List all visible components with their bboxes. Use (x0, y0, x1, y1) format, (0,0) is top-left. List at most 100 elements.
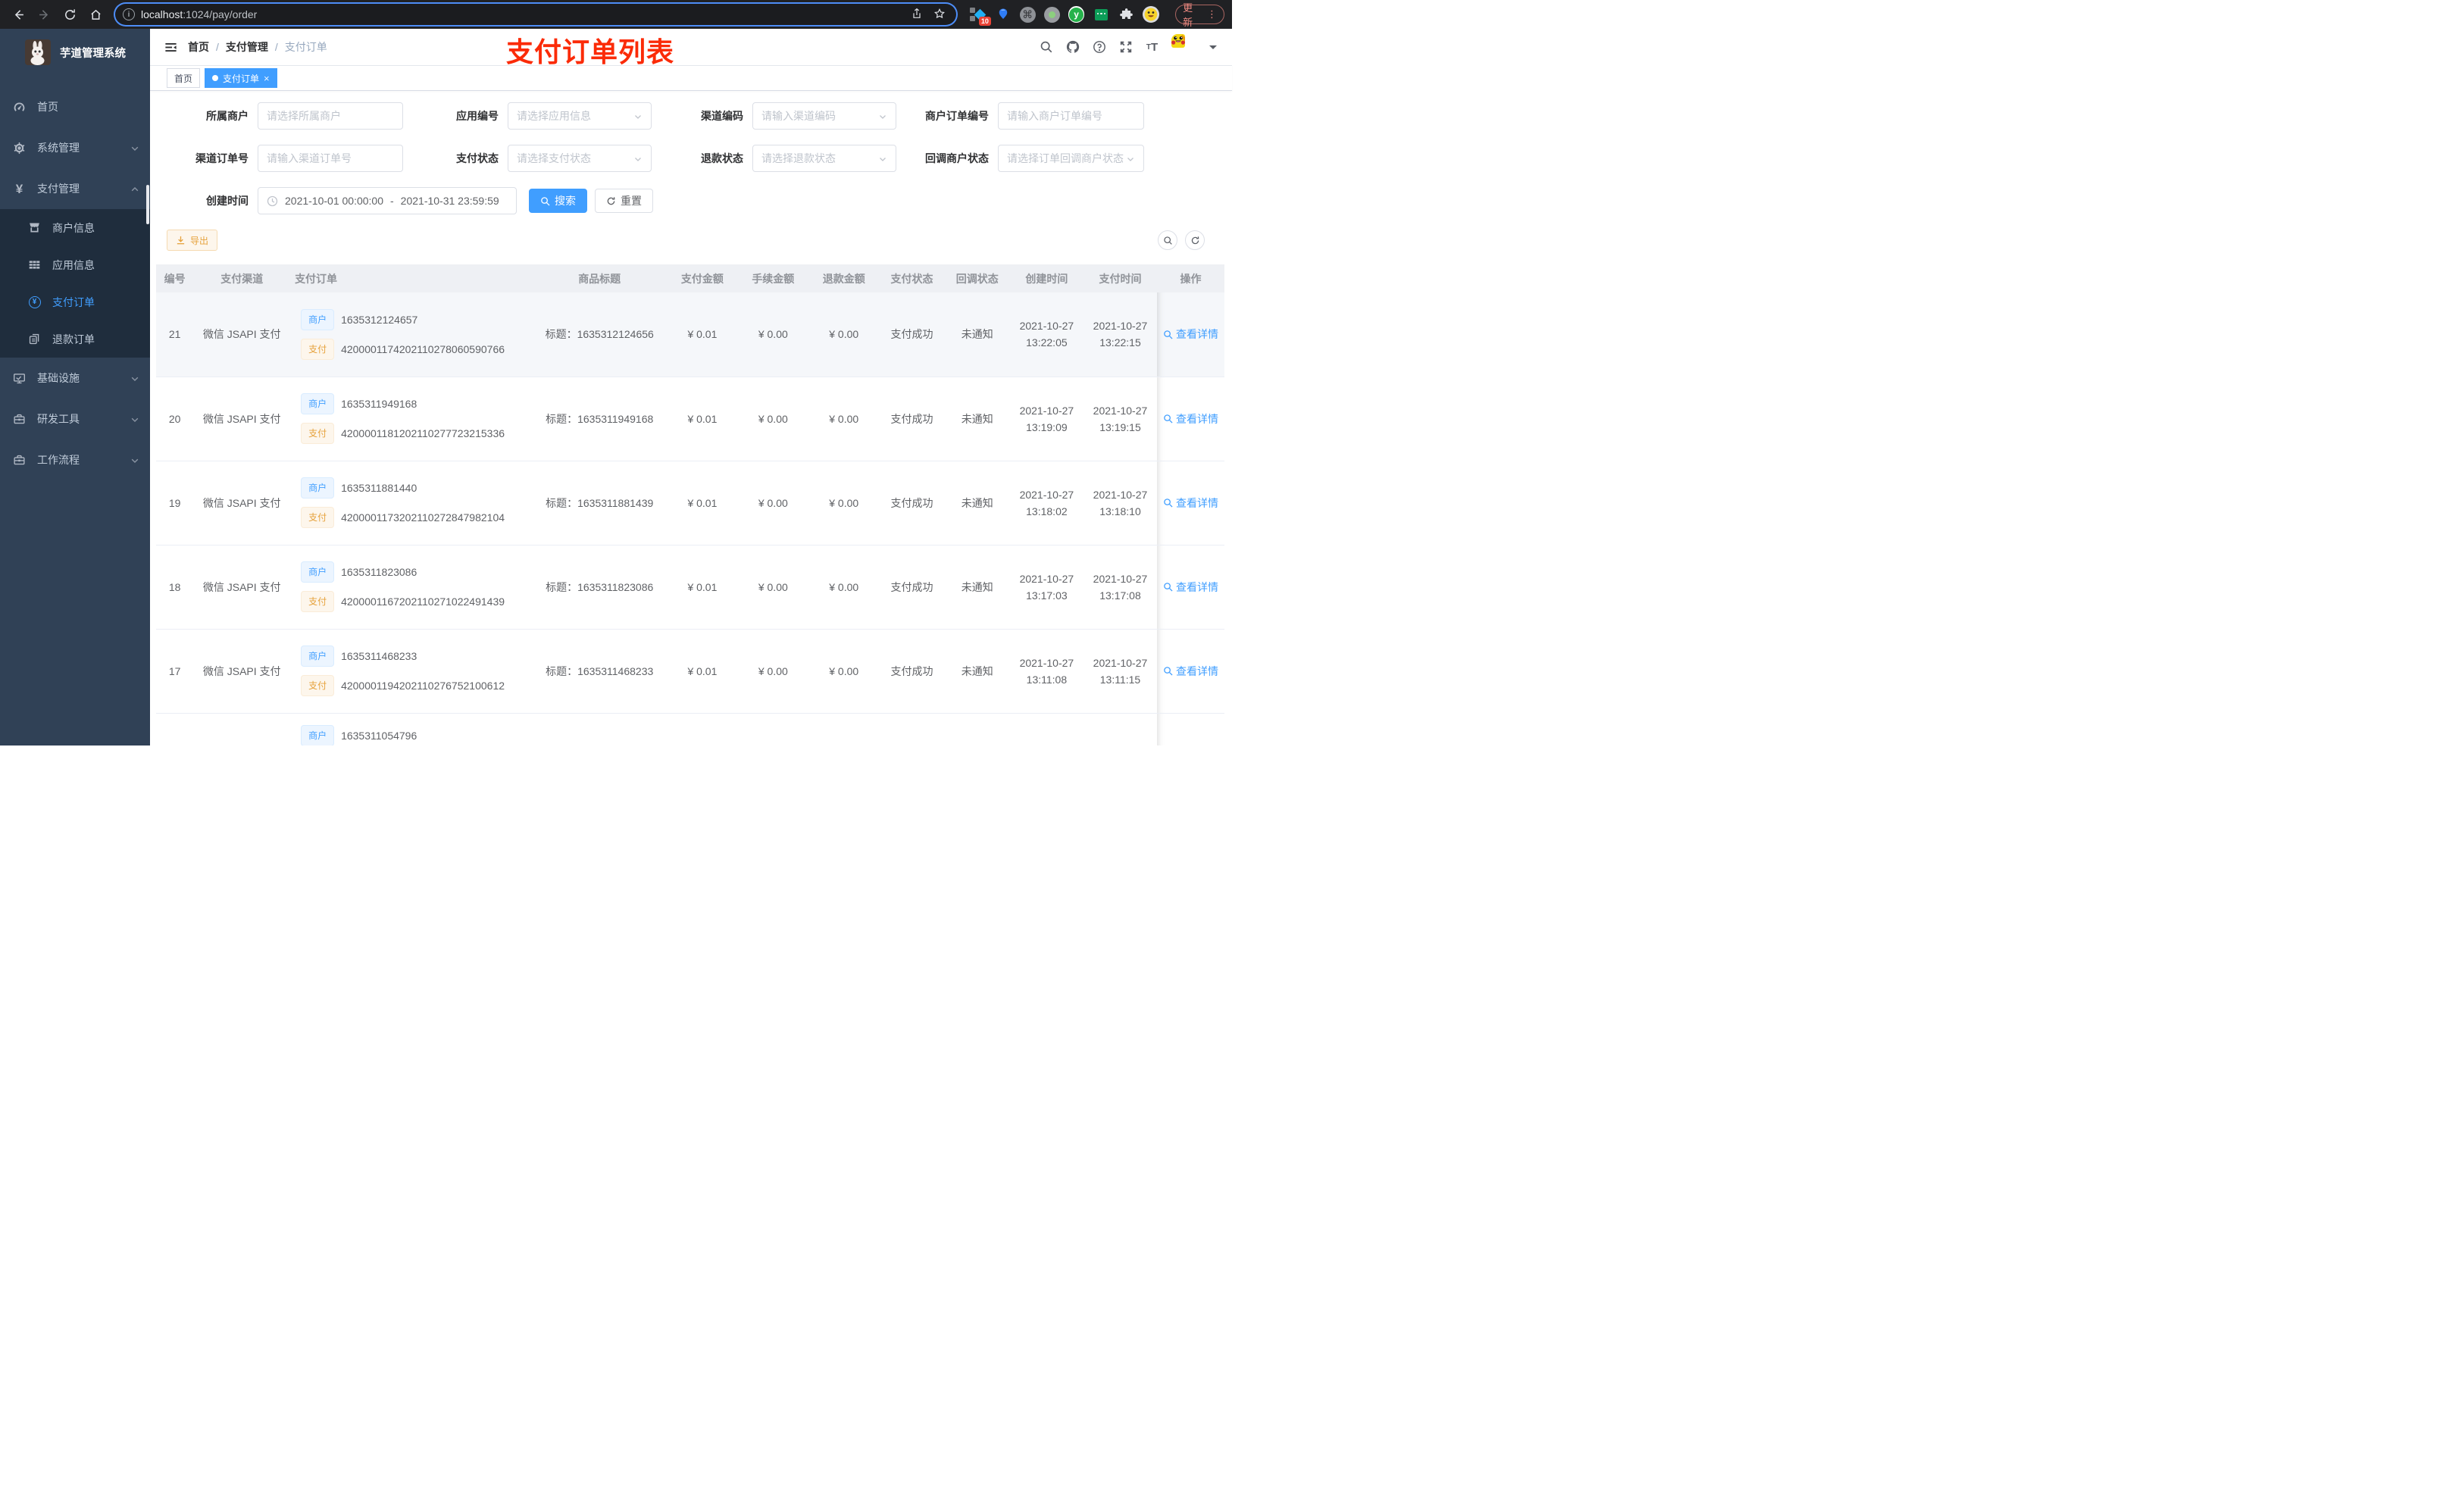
select-退款状态[interactable]: 请选择退款状态 (752, 145, 896, 172)
bookmark-star-icon[interactable] (933, 8, 946, 22)
sidebar-item-支付管理[interactable]: ¥ 支付管理 (0, 168, 150, 209)
user-avatar[interactable] (1171, 34, 1197, 60)
select-支付状态[interactable]: 请选择支付状态 (508, 145, 652, 172)
tab-首页[interactable]: 首页 (167, 68, 201, 88)
extension-diamond-icon[interactable]: 10 (970, 6, 991, 26)
extension-dot-icon[interactable] (1043, 6, 1060, 23)
chrome-update-button[interactable]: 更新 ⋮ (1175, 2, 1224, 28)
toolbox-icon (13, 413, 26, 426)
avatar-caret-icon[interactable] (1209, 45, 1217, 53)
date-part: 2021-10-27 (1093, 320, 1148, 333)
back-icon[interactable] (8, 4, 29, 25)
order-number: 1635311949168 (341, 398, 417, 410)
date-part: 2021-10-27 (1093, 572, 1148, 585)
cell-fee: ¥ 0.00 (737, 545, 809, 630)
breadcrumb-item[interactable]: 支付管理 (226, 39, 268, 55)
filter-label: 渠道订单号 (195, 152, 249, 164)
profile-emoji-icon[interactable] (1143, 6, 1160, 23)
sidebar-item-工作流程[interactable]: 工作流程 (0, 439, 150, 480)
fullscreen-icon[interactable] (1118, 40, 1133, 55)
help-icon[interactable] (1092, 40, 1106, 55)
cell-id: 19 (156, 461, 194, 545)
sidebar-scrollbar[interactable] (146, 185, 149, 224)
date-end-value: 2021-10-31 23:59:59 (400, 195, 499, 207)
extension-y-icon[interactable]: y (1068, 6, 1085, 23)
view-detail-link[interactable]: 查看详情 (1163, 495, 1218, 511)
home-icon[interactable] (85, 4, 106, 25)
sidebar-item-应用信息[interactable]: 应用信息 (0, 246, 150, 283)
sidebar-item-系统管理[interactable]: 系统管理 (0, 127, 150, 168)
close-icon[interactable]: × (264, 73, 270, 83)
sidebar-item-基础设施[interactable]: 基础设施 (0, 358, 150, 399)
input-渠道订单号[interactable] (258, 145, 403, 172)
share-icon[interactable] (911, 8, 923, 22)
toggle-search-button[interactable] (1158, 230, 1177, 250)
cell-amount: ¥ 0.01 (667, 629, 738, 714)
column-header-create_time: 创建时间 (1009, 264, 1083, 292)
reload-icon[interactable] (59, 4, 80, 25)
filter-label: 应用编号 (456, 110, 499, 122)
cell-create_time (1009, 713, 1083, 746)
cell-amount: ¥ 0.01 (667, 377, 738, 461)
time-part: 13:11:15 (1099, 673, 1141, 686)
view-detail-link[interactable]: 查看详情 (1163, 664, 1218, 679)
input-商户订单编号[interactable] (998, 102, 1144, 130)
column-header-title: 商品标题 (532, 264, 668, 292)
table-row: 商户 1635311054796 (156, 713, 1224, 746)
text-input[interactable] (1007, 110, 1135, 122)
payment-tag: 支付 (301, 591, 335, 612)
payment-tag: 支付 (301, 675, 335, 696)
select-渠道编码[interactable]: 请输入渠道编码 (752, 102, 896, 130)
filter-label: 渠道编码 (701, 110, 743, 122)
sidebar-item-商户信息[interactable]: 商户信息 (0, 209, 150, 246)
extension-command-icon[interactable]: ⌘ (1019, 6, 1036, 23)
breadcrumb-item[interactable]: 首页 (188, 39, 209, 55)
select-应用编号[interactable]: 请选择应用信息 (508, 102, 652, 130)
sidebar-item-首页[interactable]: 首页 (0, 86, 150, 127)
export-button[interactable]: 导出 (167, 230, 218, 251)
select-placeholder: 请选择应用信息 (517, 110, 591, 122)
search-icon[interactable] (1039, 40, 1053, 55)
extension-balloon-icon[interactable] (995, 6, 1012, 23)
tab-支付订单[interactable]: 支付订单 × (205, 68, 277, 88)
sidebar-item-支付订单[interactable]: ¥ 支付订单 (0, 283, 150, 320)
forward-icon[interactable] (33, 4, 55, 25)
time-part: 13:22:05 (1026, 336, 1068, 349)
cell-order: 商户 1635311881440 支付 42000011732021102728479… (290, 461, 533, 545)
input-所属商户[interactable] (258, 102, 403, 130)
github-icon[interactable] (1065, 40, 1080, 55)
cell-action: 查看详情 (1157, 461, 1224, 545)
hamburger-icon[interactable] (158, 34, 183, 60)
logo-row[interactable]: 芋道管理系统 (0, 29, 150, 76)
time-part: 13:11:08 (1026, 673, 1068, 686)
view-detail-link[interactable]: 查看详情 (1163, 580, 1218, 595)
font-size-icon[interactable]: TT (1145, 40, 1159, 55)
time-part: 13:18:02 (1026, 505, 1068, 517)
date-range-picker[interactable]: 2021-10-01 00:00:00-2021-10-31 23:59:59 (258, 187, 517, 214)
cell-create_time: 2021-10-27 13:19:09 (1009, 377, 1083, 461)
date-part: 2021-10-27 (1019, 572, 1074, 585)
reset-button[interactable]: 重置 (595, 189, 653, 213)
cell-notify (944, 713, 1010, 746)
refresh-button[interactable] (1185, 230, 1205, 250)
date-part: 2021-10-27 (1019, 656, 1074, 669)
text-input[interactable] (267, 110, 394, 122)
monitor-icon (13, 372, 26, 385)
cell-fee: ¥ 0.00 (737, 377, 809, 461)
browser-menu-dots-icon[interactable]: ⋮ (1207, 8, 1217, 20)
view-detail-link[interactable]: 查看详情 (1163, 327, 1218, 342)
sidebar-item-研发工具[interactable]: 研发工具 (0, 399, 150, 439)
sidebar-item-退款订单[interactable]: 退款订单 (0, 320, 150, 358)
extensions-puzzle-icon[interactable] (1118, 6, 1134, 23)
app-title: 芋道管理系统 (60, 47, 126, 60)
site-info-icon[interactable]: i (123, 8, 135, 20)
text-input[interactable] (267, 152, 394, 164)
search-button[interactable]: 搜索 (529, 189, 587, 213)
column-header-notify: 回调状态 (944, 264, 1010, 292)
view-detail-link[interactable]: 查看详情 (1163, 411, 1218, 427)
url-bar[interactable]: i localhost:1024/pay/order (115, 4, 956, 25)
extension-chat-icon[interactable] (1093, 6, 1109, 23)
filter-label: 回调商户状态 (925, 152, 989, 164)
select-回调商户状态[interactable]: 请选择订单回调商户状态 (998, 145, 1144, 172)
cell-create_time: 2021-10-27 13:22:05 (1009, 292, 1083, 377)
